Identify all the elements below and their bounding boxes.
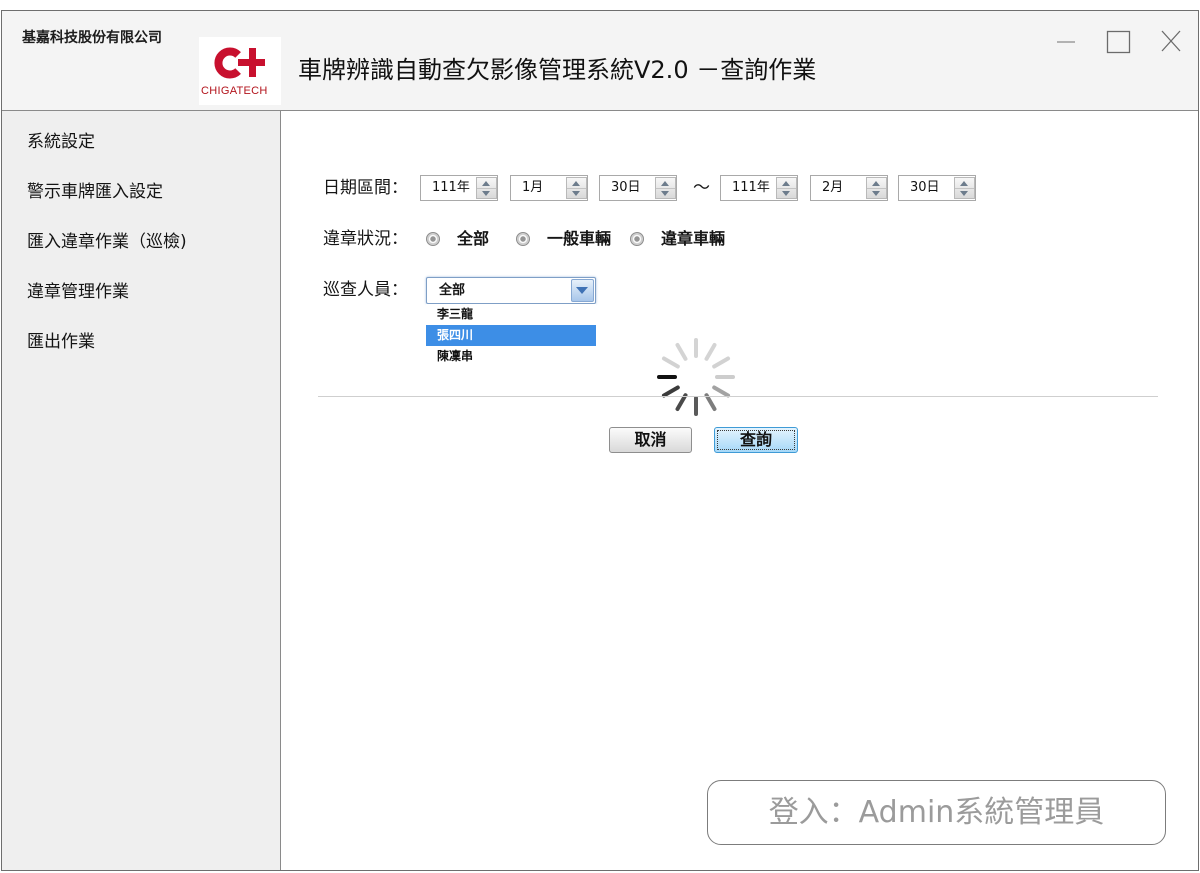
sidebar-menu: 系統設定 警示車牌匯入設定 匯入違章作業（巡檢) 違章管理作業 匯出作業 — [2, 117, 280, 367]
sidebar-item-export[interactable]: 匯出作業 — [2, 317, 280, 367]
page-title: 車牌辨識自動查欠影像管理系統V2.0 －查詢作業 — [298, 56, 817, 84]
close-button[interactable] — [1158, 28, 1188, 56]
violation-status-label: 違章狀況： — [323, 229, 408, 249]
app-root: 基嘉科技股份有限公司 CHIGATECH 車牌辨識自動查欠影像管理系統V2.0 … — [0, 0, 1200, 873]
dropdown-option-highlighted[interactable]: 張四川 — [426, 325, 596, 346]
header-bar: 基嘉科技股份有限公司 CHIGATECH 車牌辨識自動查欠影像管理系統V2.0 … — [2, 11, 1198, 111]
start-month-spinner[interactable]: 1月 — [510, 175, 588, 201]
company-logo: CHIGATECH — [199, 37, 281, 105]
spin-buttons — [866, 177, 887, 199]
spinner-segment — [704, 342, 717, 361]
end-year-spinner[interactable]: 111年 — [720, 175, 798, 201]
end-year-value[interactable]: 111年 — [732, 176, 770, 200]
maximize-button[interactable] — [1104, 28, 1134, 56]
end-day-value[interactable]: 30日 — [910, 176, 940, 200]
main-content: 日期區間： 111年 1月 30日 ～ 111年 2月 30日 違章狀況： 全部… — [281, 111, 1198, 870]
spinner-segment — [712, 356, 731, 369]
sidebar-item-violation-import[interactable]: 匯入違章作業（巡檢) — [2, 217, 280, 267]
spin-buttons — [776, 177, 797, 199]
minimize-icon[interactable] — [1052, 28, 1082, 56]
sidebar-item-alert-plate-import[interactable]: 警示車牌匯入設定 — [2, 167, 280, 217]
inspector-dropdown-list: 李三龍 張四川 陳凜串 — [426, 304, 596, 367]
sidebar-item-system-settings[interactable]: 系統設定 — [2, 117, 280, 167]
start-month-value[interactable]: 1月 — [522, 176, 543, 200]
spinner-segment — [712, 385, 731, 398]
spin-down-icon[interactable] — [867, 188, 886, 198]
dropdown-option[interactable]: 陳凜串 — [426, 346, 596, 367]
chigatech-logo-icon — [214, 47, 265, 79]
radio-button[interactable] — [630, 232, 644, 246]
spinner-segment — [675, 342, 688, 361]
spinner-segment — [661, 385, 680, 398]
spin-buttons — [566, 177, 587, 199]
spin-up-icon[interactable] — [656, 178, 675, 188]
status-option-label[interactable]: 一般車輛 — [547, 228, 611, 250]
spin-down-icon[interactable] — [477, 188, 496, 198]
spinner-segment — [661, 356, 680, 369]
spin-up-icon[interactable] — [777, 178, 796, 188]
inspector-selected-value[interactable]: 全部 — [439, 278, 465, 303]
spin-buttons — [954, 177, 975, 199]
radio-button[interactable] — [426, 232, 440, 246]
radio-button[interactable] — [516, 232, 530, 246]
login-status-box: 登入：Admin系統管理員 — [707, 780, 1166, 845]
cancel-button[interactable]: 取消 — [609, 427, 692, 453]
spin-up-icon[interactable] — [477, 178, 496, 188]
spin-down-icon[interactable] — [656, 188, 675, 198]
start-year-value[interactable]: 111年 — [432, 176, 470, 200]
spin-buttons — [476, 177, 497, 199]
chevron-down-icon[interactable] — [571, 279, 594, 302]
spin-up-icon[interactable] — [867, 178, 886, 188]
end-month-value[interactable]: 2月 — [822, 176, 843, 200]
spin-down-icon[interactable] — [777, 188, 796, 198]
company-name: 基嘉科技股份有限公司 — [22, 30, 162, 46]
start-day-value[interactable]: 30日 — [611, 176, 641, 200]
spin-up-icon[interactable] — [955, 178, 974, 188]
sidebar-item-violation-management[interactable]: 違章管理作業 — [2, 267, 280, 317]
spin-down-icon[interactable] — [567, 188, 586, 198]
status-option-label[interactable]: 違章車輛 — [661, 228, 725, 250]
end-day-spinner[interactable]: 30日 — [898, 175, 976, 201]
query-button[interactable]: 查詢 — [714, 427, 798, 453]
sidebar: 系統設定 警示車牌匯入設定 匯入違章作業（巡檢) 違章管理作業 匯出作業 — [2, 111, 281, 870]
date-range-label: 日期區間： — [323, 178, 408, 198]
spinner-segment — [704, 393, 717, 412]
inspector-select[interactable]: 全部 — [426, 277, 596, 304]
spinner-segment — [675, 393, 688, 412]
spin-down-icon[interactable] — [955, 188, 974, 198]
end-month-spinner[interactable]: 2月 — [810, 175, 888, 201]
maximize-icon[interactable] — [1104, 28, 1134, 56]
date-range-separator: ～ — [693, 178, 710, 198]
minimize-button[interactable] — [1052, 28, 1082, 56]
dropdown-option[interactable]: 李三龍 — [426, 304, 596, 325]
spin-up-icon[interactable] — [567, 178, 586, 188]
status-option-label[interactable]: 全部 — [457, 228, 489, 250]
close-icon[interactable] — [1158, 28, 1188, 56]
app-window: 基嘉科技股份有限公司 CHIGATECH 車牌辨識自動查欠影像管理系統V2.0 … — [1, 10, 1199, 871]
spin-buttons — [655, 177, 676, 199]
inspector-label: 巡查人員： — [323, 280, 408, 300]
form-divider — [318, 396, 1158, 397]
logo-text: CHIGATECH — [201, 85, 268, 97]
loading-spinner-icon — [657, 338, 735, 416]
start-year-spinner[interactable]: 111年 — [420, 175, 498, 201]
start-day-spinner[interactable]: 30日 — [599, 175, 677, 201]
